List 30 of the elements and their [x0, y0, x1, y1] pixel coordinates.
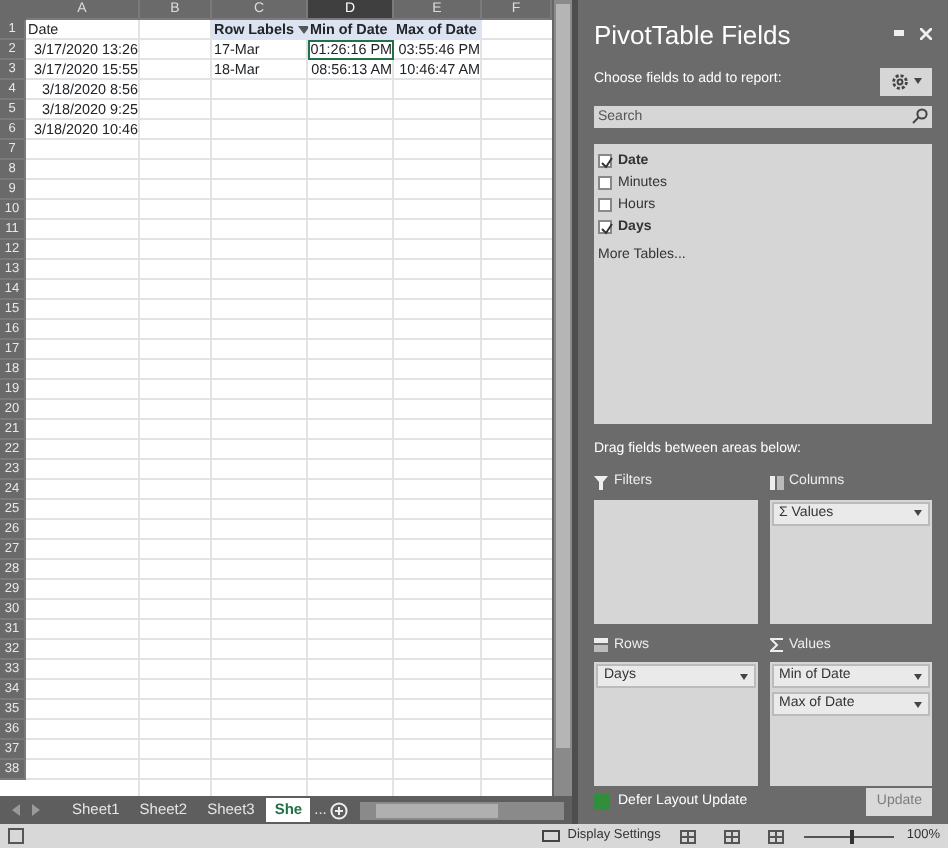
close-icon[interactable] — [920, 27, 932, 40]
checkbox[interactable] — [594, 793, 610, 810]
checkbox[interactable] — [598, 219, 612, 233]
checkbox[interactable] — [598, 153, 612, 167]
filter-icon — [594, 475, 608, 490]
page-break-icon[interactable] — [768, 829, 785, 843]
caret-icon[interactable] — [914, 673, 922, 679]
settings-button[interactable] — [880, 67, 932, 95]
caret-icon[interactable] — [739, 673, 747, 679]
gear-icon — [890, 71, 910, 91]
vertical-scrollbar[interactable] — [552, 0, 572, 796]
page-layout-icon[interactable] — [724, 829, 741, 843]
minimize-icon[interactable] — [894, 28, 904, 39]
add-sheet-icon[interactable] — [330, 801, 349, 819]
normal-view-icon[interactable] — [680, 829, 697, 843]
rows-icon — [594, 638, 608, 653]
macro-record-icon[interactable] — [8, 828, 24, 844]
horizontal-scrollbar[interactable] — [360, 801, 564, 819]
zoom-slider-thumb[interactable] — [849, 829, 854, 843]
filter-dropdown-icon[interactable] — [297, 25, 310, 36]
checkbox[interactable] — [598, 197, 612, 211]
columns-icon — [769, 475, 783, 490]
monitor-icon[interactable] — [541, 829, 560, 843]
sigma-icon — [769, 638, 783, 653]
panel-title: PivotTable Fields — [594, 18, 791, 54]
caret-icon[interactable] — [914, 510, 922, 516]
caret-icon — [914, 78, 922, 84]
caret-icon[interactable] — [914, 701, 922, 707]
checkbox[interactable] — [598, 175, 612, 189]
search-icon — [912, 107, 928, 123]
